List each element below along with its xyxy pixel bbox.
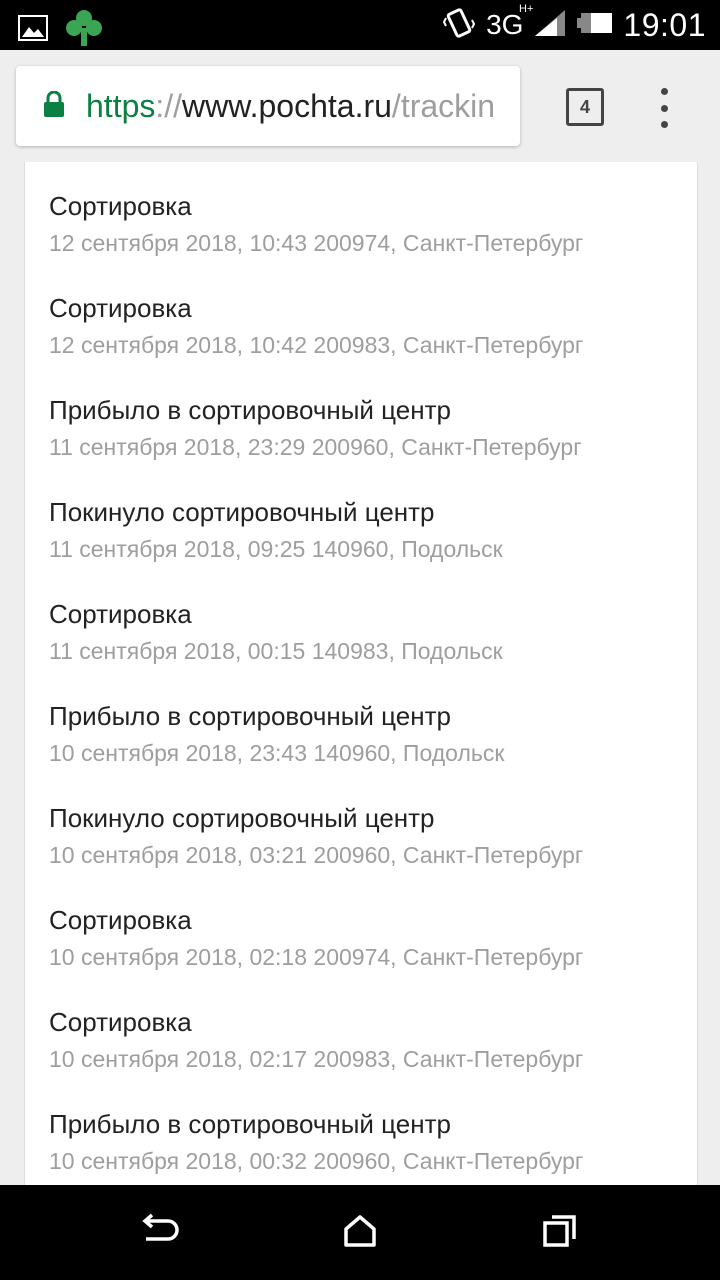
event-title: Сортировка <box>49 191 192 221</box>
event-title: Прибыло в сортировочный центр <box>49 395 451 425</box>
event-title: Сортировка <box>49 599 192 629</box>
home-icon[interactable] <box>342 1213 378 1254</box>
list-item: Прибыло в сортировочный центр 10 сентябр… <box>49 1108 669 1176</box>
battery-icon <box>577 12 613 39</box>
list-item: Сортировка 11 сентября 2018, 00:15 14098… <box>49 598 669 666</box>
network-label: 3G <box>486 9 524 40</box>
vibrate-icon <box>442 6 476 45</box>
signal-icon <box>533 8 567 43</box>
event-meta: 12 сентября 2018, 10:42 200983, Санкт-Пе… <box>49 332 584 358</box>
system-nav-bar <box>0 1185 720 1280</box>
event-meta: 12 сентября 2018, 10:43 200974, Санкт-Пе… <box>49 230 584 256</box>
event-title: Сортировка <box>49 293 192 323</box>
tab-switcher-button[interactable]: 4 <box>566 88 604 126</box>
event-meta: 10 сентября 2018, 23:43 140960, Подольск <box>49 740 505 766</box>
list-item: Сортировка 10 сентября 2018, 02:18 20097… <box>49 904 669 972</box>
menu-dot-icon <box>660 121 668 128</box>
event-meta: 10 сентября 2018, 00:32 200960, Санкт-Пе… <box>49 1148 584 1174</box>
event-meta: 10 сентября 2018, 02:17 200983, Санкт-Пе… <box>49 1046 584 1072</box>
url-host: www.pochta.ru <box>182 87 392 124</box>
url-text[interactable]: https://www.pochta.ru/trackin <box>86 88 495 125</box>
list-item: Сортировка 10 сентября 2018, 02:17 20098… <box>49 1006 669 1074</box>
list-item: Сортировка 12 сентября 2018, 10:42 20098… <box>49 292 669 360</box>
network-type: 3G H+ <box>486 3 533 41</box>
event-title: Прибыло в сортировочный центр <box>49 701 451 731</box>
menu-dot-icon <box>660 104 668 112</box>
list-item: Покинуло сортировочный центр 10 сентября… <box>49 802 669 870</box>
list-item: Прибыло в сортировочный центр 11 сентябр… <box>49 394 669 462</box>
tab-count: 4 <box>579 96 590 117</box>
recents-icon[interactable] <box>542 1213 578 1254</box>
clock: 19:01 <box>623 6 706 43</box>
event-title: Сортировка <box>49 905 192 935</box>
overflow-menu-button[interactable] <box>652 88 676 128</box>
gallery-icon <box>18 14 48 47</box>
list-item: Покинуло сортировочный центр 11 сентября… <box>49 496 669 564</box>
event-title: Покинуло сортировочный центр <box>49 803 435 833</box>
status-bar: 3G H+ 19:01 <box>0 0 720 50</box>
browser-toolbar: https://www.pochta.ru/trackin 4 <box>0 50 720 162</box>
event-meta: 11 сентября 2018, 00:15 140983, Подольск <box>49 638 503 664</box>
event-meta: 10 сентября 2018, 02:18 200974, Санкт-Пе… <box>49 944 584 970</box>
event-meta: 10 сентября 2018, 03:21 200960, Санкт-Пе… <box>49 842 584 868</box>
back-icon[interactable] <box>140 1213 180 1254</box>
menu-dot-icon <box>660 88 668 95</box>
tracking-history-card: Сортировка 12 сентября 2018, 10:43 20097… <box>24 162 698 1185</box>
address-bar[interactable]: https://www.pochta.ru/trackin <box>16 66 520 146</box>
event-title: Сортировка <box>49 1007 192 1037</box>
list-item: Прибыло в сортировочный центр 10 сентябр… <box>49 700 669 768</box>
network-sup: H+ <box>519 3 534 15</box>
event-title: Покинуло сортировочный центр <box>49 497 435 527</box>
url-path: /trackin <box>391 87 496 124</box>
event-meta: 11 сентября 2018, 09:25 140960, Подольск <box>49 536 503 562</box>
app-clover-icon <box>64 8 104 53</box>
event-meta: 11 сентября 2018, 23:29 200960, Санкт-Пе… <box>49 434 582 460</box>
page-content[interactable]: Сортировка 12 сентября 2018, 10:43 20097… <box>0 162 720 1185</box>
lock-icon <box>44 90 64 122</box>
event-title: Прибыло в сортировочный центр <box>49 1109 451 1139</box>
url-scheme: https <box>86 87 156 124</box>
url-separator: :// <box>155 87 183 124</box>
list-item: Сортировка 12 сентября 2018, 10:43 20097… <box>49 190 669 258</box>
